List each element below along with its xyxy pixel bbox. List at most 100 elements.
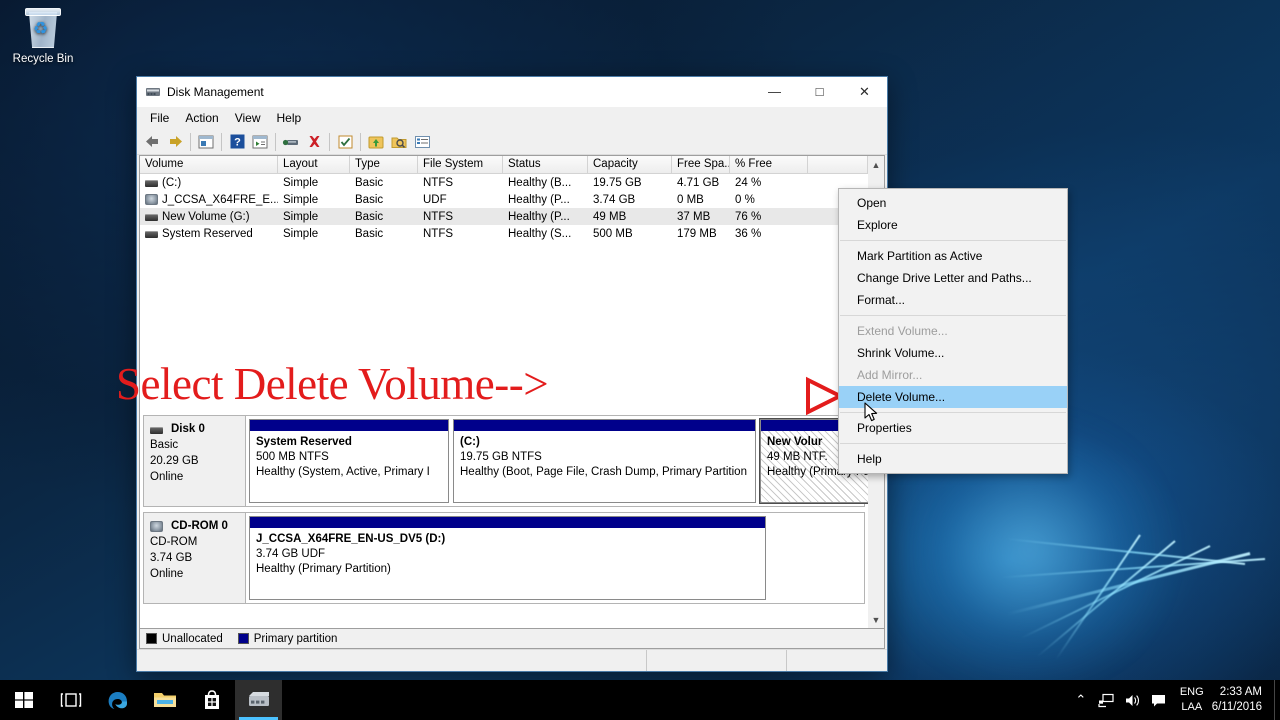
column-header-layout[interactable]: Layout [278, 156, 350, 173]
recycle-bin[interactable]: ♻ Recycle Bin [6, 6, 80, 65]
column-header-file-system[interactable]: File System [418, 156, 503, 173]
language-line1: ENG [1179, 686, 1204, 698]
disk-size: 20.29 GB [150, 455, 199, 467]
language-indicator[interactable]: ENG LAA [1172, 680, 1212, 720]
partition-status: Healthy (System, Active, Primary I [256, 466, 430, 478]
column-header-pct-free[interactable]: % Free [730, 156, 808, 173]
partition-system-reserved[interactable]: System Reserved 500 MB NTFS Healthy (Sys… [249, 419, 449, 503]
action-center-icon[interactable] [1146, 680, 1172, 720]
status-panel-third [787, 650, 887, 671]
cell-status: Healthy (S... [508, 227, 572, 240]
clock[interactable]: 2:33 AM 6/11/2016 [1212, 680, 1274, 720]
cell-layout: Simple [283, 227, 319, 240]
disk-name: Disk 0 [171, 423, 205, 435]
toolbar-separator [360, 132, 361, 151]
scroll-down-arrow[interactable]: ▼ [868, 611, 884, 628]
start-button[interactable] [0, 680, 47, 720]
edge-button[interactable] [94, 680, 141, 720]
cell-volume: (C:) [162, 176, 182, 189]
menu-item-open[interactable]: Open [839, 192, 1067, 214]
menu-item-help[interactable]: Help [839, 448, 1067, 470]
partition-status: Healthy (Primary Partition) [256, 563, 391, 575]
disk-management-icon [145, 84, 161, 100]
menu-help[interactable]: Help [269, 108, 310, 128]
network-icon[interactable] [1094, 680, 1120, 720]
language-line2: LAA [1181, 701, 1203, 713]
forward-icon[interactable] [164, 131, 186, 153]
hdd-icon [145, 214, 158, 221]
refresh-icon[interactable] [334, 131, 356, 153]
cell-type: Basic [355, 193, 384, 206]
show-hidden-icons-button[interactable]: ⌃ [1068, 680, 1094, 720]
cell-pct-free: 76 % [735, 210, 762, 223]
partition-color-bar [250, 420, 448, 431]
file-explorer-button[interactable] [141, 680, 188, 720]
search-disks-icon[interactable] [388, 131, 410, 153]
toolbar-separator [221, 132, 222, 151]
table-row[interactable]: J_CCSA_X64FRE_E... Simple Basic UDF Heal… [140, 191, 868, 208]
show-desktop-button[interactable] [1274, 680, 1280, 720]
table-row[interactable]: (C:) Simple Basic NTFS Healthy (B... 19.… [140, 174, 868, 191]
partition-size: 19.75 GB NTFS [460, 451, 542, 463]
window-titlebar[interactable]: Disk Management — □ ✕ [137, 76, 887, 107]
windows-logo-icon [14, 692, 33, 708]
delete-icon[interactable] [303, 131, 325, 153]
annotation-text: Select Delete Volume--> [116, 359, 549, 409]
disk-info[interactable]: CD-ROM 0 CD-ROM 3.74 GB Online [144, 513, 246, 603]
system-tray: ⌃ ENG LAA 2:33 AM 6/11/2016 [1068, 680, 1280, 720]
table-row[interactable]: System Reserved Simple Basic NTFS Health… [140, 225, 868, 242]
partition-color-bar [250, 517, 765, 528]
menu-item-explore[interactable]: Explore [839, 214, 1067, 236]
menu-file[interactable]: File [142, 108, 177, 128]
show-hide-console-tree-icon[interactable] [195, 131, 217, 153]
svg-text:?: ? [234, 137, 241, 149]
close-button[interactable]: ✕ [842, 76, 887, 107]
scroll-up-arrow[interactable]: ▲ [868, 156, 884, 173]
partition-c[interactable]: (C:) 19.75 GB NTFS Healthy (Boot, Page F… [453, 419, 756, 503]
menu-item-shrink-volume[interactable]: Shrink Volume... [839, 342, 1067, 364]
disk-panel-cdrom0: CD-ROM 0 CD-ROM 3.74 GB Online J_CCSA_X6… [143, 512, 865, 604]
store-button[interactable] [188, 680, 235, 720]
toolbar-separator [190, 132, 191, 151]
hdd-icon [145, 180, 158, 187]
cell-layout: Simple [283, 210, 319, 223]
menu-item-change-drive-letter-and-paths[interactable]: Change Drive Letter and Paths... [839, 267, 1067, 289]
cell-file-system: NTFS [423, 176, 454, 189]
edge-icon [108, 692, 127, 709]
menu-item-mark-partition-as-active[interactable]: Mark Partition as Active [839, 245, 1067, 267]
status-panel-second [647, 650, 787, 671]
back-icon[interactable] [141, 131, 163, 153]
menu-action[interactable]: Action [177, 108, 226, 128]
menu-view[interactable]: View [227, 108, 269, 128]
table-row[interactable]: New Volume (G:) Simple Basic NTFS Health… [140, 208, 868, 225]
disk-management-icon [248, 692, 269, 706]
speaker-icon[interactable] [1120, 680, 1146, 720]
maximize-button[interactable]: □ [797, 76, 842, 107]
task-view-icon [60, 693, 81, 707]
column-header-type[interactable]: Type [350, 156, 418, 173]
column-header-volume[interactable]: Volume [140, 156, 278, 173]
partition-d[interactable]: J_CCSA_X64FRE_EN-US_DV5 (D:) 3.74 GB UDF… [249, 516, 766, 600]
properties-icon[interactable] [280, 131, 302, 153]
column-header-blank[interactable] [808, 156, 868, 173]
column-header-status[interactable]: Status [503, 156, 588, 173]
partition-name: (C:) [460, 436, 480, 448]
show-hide-action-pane-icon[interactable] [249, 131, 271, 153]
column-header-free-space[interactable]: Free Spa... [672, 156, 730, 173]
rescan-disks-icon[interactable] [365, 131, 387, 153]
disk-management-button[interactable] [235, 680, 282, 720]
help-icon[interactable]: ? [226, 131, 248, 153]
store-bag-icon [204, 690, 219, 709]
task-view-button[interactable] [47, 680, 94, 720]
minimize-button[interactable]: — [752, 76, 797, 107]
clock-date: 6/11/2016 [1211, 701, 1262, 713]
menu-item-format[interactable]: Format... [839, 289, 1067, 311]
list-view-icon[interactable] [411, 131, 433, 153]
cell-capacity: 500 MB [593, 227, 633, 240]
column-header-capacity[interactable]: Capacity [588, 156, 672, 173]
cell-status: Healthy (B... [508, 176, 572, 189]
cell-free-space: 37 MB [677, 210, 711, 223]
cd-icon [145, 194, 158, 205]
disk-info[interactable]: Disk 0 Basic 20.29 GB Online [144, 416, 246, 506]
partition-name: J_CCSA_X64FRE_EN-US_DV5 (D:) [256, 533, 446, 545]
